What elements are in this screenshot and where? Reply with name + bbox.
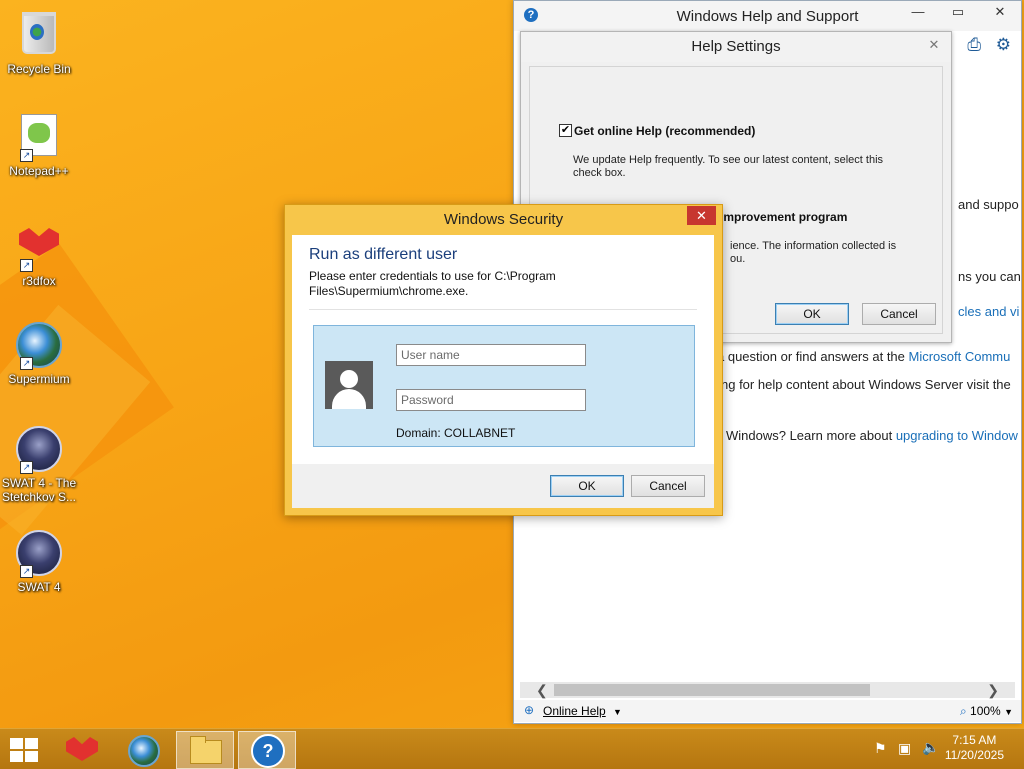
- shortcut-arrow-icon: ↗: [20, 565, 33, 578]
- help-settings-ok-button[interactable]: OK: [775, 303, 849, 325]
- online-help-label: Online Help: [543, 704, 606, 718]
- taskbar-help-support[interactable]: ?: [238, 731, 296, 769]
- microsoft-community-link[interactable]: Microsoft Commu: [909, 349, 1011, 364]
- scroll-right-icon[interactable]: ❯: [987, 682, 999, 698]
- security-close-button[interactable]: ✕: [687, 206, 716, 225]
- security-title[interactable]: Windows Security: [285, 205, 722, 235]
- get-online-help-label[interactable]: Get online Help (recommended): [574, 124, 755, 138]
- recycle-bin-icon: [16, 12, 62, 58]
- domain-label: Domain: COLLABNET: [396, 426, 516, 440]
- help-content-line: a question or find answers at the Micros…: [717, 349, 1010, 364]
- divider: [309, 309, 697, 310]
- taskbar: ? ⚑ ▣ 🔈 7:15 AM 11/20/2025: [0, 728, 1024, 769]
- user-avatar-icon: [325, 361, 373, 409]
- file-explorer-icon: [190, 740, 222, 764]
- scroll-left-icon[interactable]: ❮: [536, 682, 548, 698]
- desktop-icon-r3dfox[interactable]: ↗ r3dfox: [0, 216, 78, 288]
- r3dfox-icon: ↗: [16, 224, 62, 272]
- maximize-button[interactable]: ▭: [943, 1, 973, 23]
- desktop-icon-recycle-bin[interactable]: Recycle Bin: [0, 6, 78, 76]
- help-status-bar: ⊕ Online Help ▼ ⌕ 100% ▼: [514, 700, 1021, 722]
- shortcut-arrow-icon: ↗: [20, 461, 33, 474]
- online-help-globe-icon: ⊕: [524, 703, 535, 717]
- zoom-control[interactable]: ⌕ 100% ▼: [960, 704, 1013, 719]
- supermium-icon: ↗: [16, 322, 62, 370]
- print-icon[interactable]: ⎙: [967, 35, 981, 54]
- volume-muted-icon[interactable]: 🔈: [922, 739, 939, 756]
- help-settings-title[interactable]: Help Settings: [521, 32, 951, 62]
- notepadpp-icon: ↗: [16, 114, 62, 162]
- help-content-line: ng for help content about Windows Server…: [721, 377, 1011, 392]
- desktop-icon-label: Supermium: [8, 372, 70, 386]
- horizontal-scrollbar[interactable]: ❮ ❯: [520, 682, 1015, 698]
- upgrading-windows-link[interactable]: upgrading to Window: [896, 428, 1018, 443]
- action-center-flag-icon[interactable]: ⚑: [874, 740, 887, 757]
- clock[interactable]: 7:15 AM 11/20/2025: [945, 733, 1004, 763]
- help-content-link[interactable]: cles and vi: [958, 304, 1019, 319]
- chevron-down-icon: ▼: [1004, 707, 1013, 717]
- desktop-icon-supermium[interactable]: ↗ Supermium: [0, 320, 78, 386]
- help-toolbar: ⎙ ⚙: [967, 35, 1011, 55]
- clock-date: 11/20/2025: [944, 748, 1004, 762]
- help-settings-cancel-button[interactable]: Cancel: [862, 303, 936, 325]
- taskbar-supermium[interactable]: [115, 731, 171, 767]
- settings-gear-icon[interactable]: ⚙: [996, 35, 1011, 54]
- help-content-line: ns you can: [958, 269, 1021, 284]
- swat4-icon: ↗: [16, 530, 62, 578]
- help-line-text: Windows? Learn more about: [726, 428, 896, 443]
- get-online-help-checkbox[interactable]: ✔: [559, 124, 572, 137]
- username-input[interactable]: [396, 344, 586, 366]
- zoom-magnifier-icon: ⌕: [959, 704, 967, 718]
- taskbar-r3dfox[interactable]: [54, 731, 110, 767]
- shortcut-arrow-icon: ↗: [20, 149, 33, 162]
- desktop-icon-label: SWAT 4 - The Stetchkov S...: [1, 476, 77, 504]
- security-heading: Run as different user: [309, 246, 458, 263]
- desktop-icon-swat4-stetchkov[interactable]: ↗ SWAT 4 - The Stetchkov S...: [0, 424, 78, 504]
- minimize-button[interactable]: —: [903, 1, 933, 23]
- start-windows-icon[interactable]: [10, 738, 38, 762]
- help-line-text: a question or find answers at the: [717, 349, 909, 364]
- online-help-dropdown[interactable]: Online Help ▼: [543, 704, 622, 718]
- desktop-icon-swat4[interactable]: ↗ SWAT 4: [0, 528, 78, 594]
- join-improvement-description-2: ou.: [730, 253, 746, 265]
- supermium-icon: [128, 735, 160, 767]
- help-question-icon: ?: [251, 734, 285, 768]
- desktop-icon-label: Notepad++: [9, 164, 69, 178]
- security-cancel-button[interactable]: Cancel: [631, 475, 705, 497]
- security-body: Run as different user Please enter crede…: [292, 235, 714, 464]
- desktop-icon-label: Recycle Bin: [7, 62, 71, 76]
- scrollbar-thumb[interactable]: [554, 684, 870, 696]
- help-settings-close-button[interactable]: ✕: [919, 34, 949, 56]
- file-explorer-tab-icon: [190, 736, 206, 743]
- windows-security-dialog: Windows Security ✕ Run as different user…: [284, 204, 723, 516]
- help-title-bar[interactable]: ? Windows Help and Support — ▭ ✕: [514, 1, 1021, 31]
- network-icon[interactable]: ▣: [898, 740, 911, 757]
- desktop-icon-label: SWAT 4: [17, 580, 61, 594]
- close-button[interactable]: ✕: [985, 1, 1015, 23]
- security-footer: OK Cancel: [292, 464, 714, 508]
- taskbar-file-explorer[interactable]: [176, 731, 234, 769]
- help-content-line: and suppo: [958, 197, 1019, 212]
- desktop-icon-label: r3dfox: [22, 274, 56, 288]
- join-improvement-description: ience. The information collected is: [730, 240, 897, 252]
- shortcut-arrow-icon: ↗: [20, 357, 33, 370]
- security-subtext: Please enter credentials to use for C:\P…: [309, 269, 556, 298]
- get-online-help-description: We update Help frequently. To see our la…: [573, 154, 884, 179]
- shortcut-arrow-icon: ↗: [20, 259, 33, 272]
- credential-tile[interactable]: Domain: COLLABNET: [313, 325, 695, 447]
- swat4-icon: ↗: [16, 426, 62, 474]
- help-content-line: Windows? Learn more about upgrading to W…: [726, 428, 1018, 443]
- clock-time: 7:15 AM: [952, 733, 997, 747]
- chevron-down-icon: ▼: [613, 707, 622, 717]
- r3dfox-icon: [66, 737, 98, 761]
- desktop-icon-notepadpp[interactable]: ↗ Notepad++: [0, 112, 78, 178]
- zoom-level: 100%: [970, 704, 1001, 718]
- password-input[interactable]: [396, 389, 586, 411]
- security-ok-button[interactable]: OK: [550, 475, 624, 497]
